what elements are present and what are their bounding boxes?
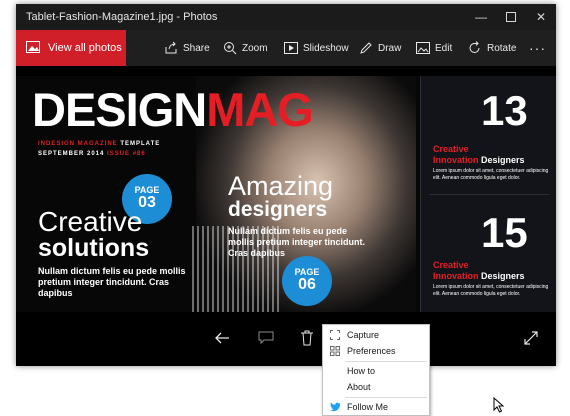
- right-number-1: 13: [481, 87, 528, 134]
- magazine-title-red: MAG: [206, 83, 314, 136]
- minimize-button[interactable]: —: [466, 4, 496, 30]
- draw-label: Draw: [378, 42, 402, 54]
- rotate-button[interactable]: Rotate: [468, 30, 516, 66]
- menu-item-capture[interactable]: Capture: [323, 327, 429, 343]
- fullscreen-button[interactable]: [521, 328, 541, 348]
- right-number-2: 15: [481, 209, 528, 256]
- context-menu: Capture Preferences How to About Follow …: [322, 324, 430, 416]
- right-designers-2: Designers: [481, 271, 525, 281]
- magazine-subtitle: INDESIGN MAGAZINE TEMPLATE: [38, 141, 160, 147]
- twitter-icon: [323, 402, 347, 412]
- draw-button[interactable]: Draw: [359, 30, 401, 66]
- share-label: Share: [183, 42, 210, 54]
- right-body-1: Lorem ipsum dolor sit amet, consectetuer…: [433, 168, 549, 181]
- delete-button[interactable]: [297, 328, 317, 348]
- magazine-title: DESIGNMAG: [32, 83, 314, 136]
- subtitle-white: TEMPLATE: [120, 141, 161, 147]
- comment-icon: [258, 331, 274, 345]
- right-panel: 13 Creative Innovation Designers Lorem i…: [420, 76, 556, 312]
- view-all-photos-button[interactable]: View all photos: [16, 30, 126, 66]
- draw-icon: [360, 42, 372, 54]
- back-button[interactable]: [212, 328, 232, 348]
- page-badge-2: PAGE 06: [282, 256, 332, 306]
- maximize-icon: [506, 12, 516, 22]
- center-heading-2: designers: [228, 198, 328, 221]
- zoom-button[interactable]: Zoom: [223, 30, 268, 66]
- rotate-icon: [469, 41, 480, 53]
- magazine-image: DESIGNMAG INDESIGN MAGAZINE TEMPLATE SEP…: [16, 76, 556, 312]
- trash-icon: [301, 330, 313, 346]
- minimize-icon: —: [475, 10, 487, 24]
- menu-label-how-to: How to: [347, 366, 376, 376]
- grid-icon: [323, 346, 347, 356]
- right-divider: [429, 194, 549, 195]
- maximize-button[interactable]: [496, 4, 526, 30]
- zoom-label: Zoom: [242, 42, 268, 54]
- share-button[interactable]: Share: [164, 30, 210, 66]
- slideshow-button[interactable]: Slideshow: [284, 30, 349, 66]
- more-options-button[interactable]: ···: [529, 40, 546, 56]
- left-heading-2: solutions: [38, 234, 150, 262]
- date-white: SEPTEMBER 2014: [38, 151, 105, 157]
- capture-icon: [323, 330, 347, 340]
- photos-icon: [26, 40, 40, 56]
- bottom-bar: [16, 312, 556, 366]
- rotate-label: Rotate: [487, 42, 517, 54]
- date-red: ISSUE #86: [107, 151, 146, 157]
- badge-2-number: 06: [298, 276, 316, 293]
- view-all-photos-label: View all photos: [48, 42, 122, 54]
- slideshow-icon: [284, 42, 298, 54]
- edit-label: Edit: [435, 42, 453, 54]
- right-body-2: Lorem ipsum dolor sit amet, consectetuer…: [433, 284, 549, 297]
- menu-label-capture: Capture: [347, 330, 380, 340]
- menu-label-follow-me: Follow Me: [347, 402, 389, 412]
- window-title: Tablet-Fashion-Magazine1.jpg - Photos: [26, 11, 218, 23]
- subtitle-red: INDESIGN MAGAZINE: [38, 141, 118, 147]
- menu-label-preferences: Preferences: [347, 346, 396, 356]
- edit-button[interactable]: Edit: [416, 30, 452, 66]
- magazine-title-white: DESIGN: [32, 83, 207, 136]
- left-body-text: Nullam dictum felis eu pede mollis preti…: [38, 266, 186, 298]
- edit-icon: [416, 42, 430, 54]
- photos-window: Tablet-Fashion-Magazine1.jpg - Photos — …: [16, 4, 556, 366]
- menu-separator: [345, 397, 427, 398]
- magazine-date: SEPTEMBER 2014 ISSUE #86: [38, 151, 146, 157]
- back-arrow-icon: [215, 332, 229, 344]
- mouse-cursor-icon: [493, 397, 505, 413]
- expand-icon: [524, 331, 538, 345]
- toolbar: View all photos Share Zoom Slideshow Dra…: [16, 30, 556, 66]
- right-innovation-1: Innovation: [433, 155, 479, 165]
- menu-separator: [345, 361, 427, 362]
- share-icon: [165, 41, 177, 54]
- menu-item-how-to[interactable]: How to: [323, 363, 429, 379]
- left-heading-1: Creative: [38, 206, 143, 237]
- right-creative-2: Creative: [433, 260, 469, 270]
- center-body-text: Nullam dictum felis eu pede mollis preti…: [228, 226, 366, 258]
- center-heading-1: Amazing: [228, 171, 334, 201]
- menu-label-about: About: [347, 382, 371, 392]
- right-creative-1: Creative: [433, 144, 469, 154]
- right-designers-1: Designers: [481, 155, 525, 165]
- right-innovation-2: Innovation: [433, 271, 479, 281]
- menu-item-preferences[interactable]: Preferences: [323, 343, 429, 359]
- title-bar: Tablet-Fashion-Magazine1.jpg - Photos — …: [16, 4, 556, 30]
- close-icon: ✕: [535, 10, 547, 24]
- menu-item-about[interactable]: About: [323, 379, 429, 395]
- slideshow-label: Slideshow: [303, 42, 349, 54]
- right-line-2: Innovation Designers: [433, 271, 525, 282]
- zoom-icon: [224, 42, 237, 55]
- close-button[interactable]: ✕: [526, 4, 556, 30]
- menu-item-follow-me[interactable]: Follow Me: [323, 399, 429, 415]
- comment-button[interactable]: [256, 328, 276, 348]
- right-line-1: Innovation Designers: [433, 155, 525, 166]
